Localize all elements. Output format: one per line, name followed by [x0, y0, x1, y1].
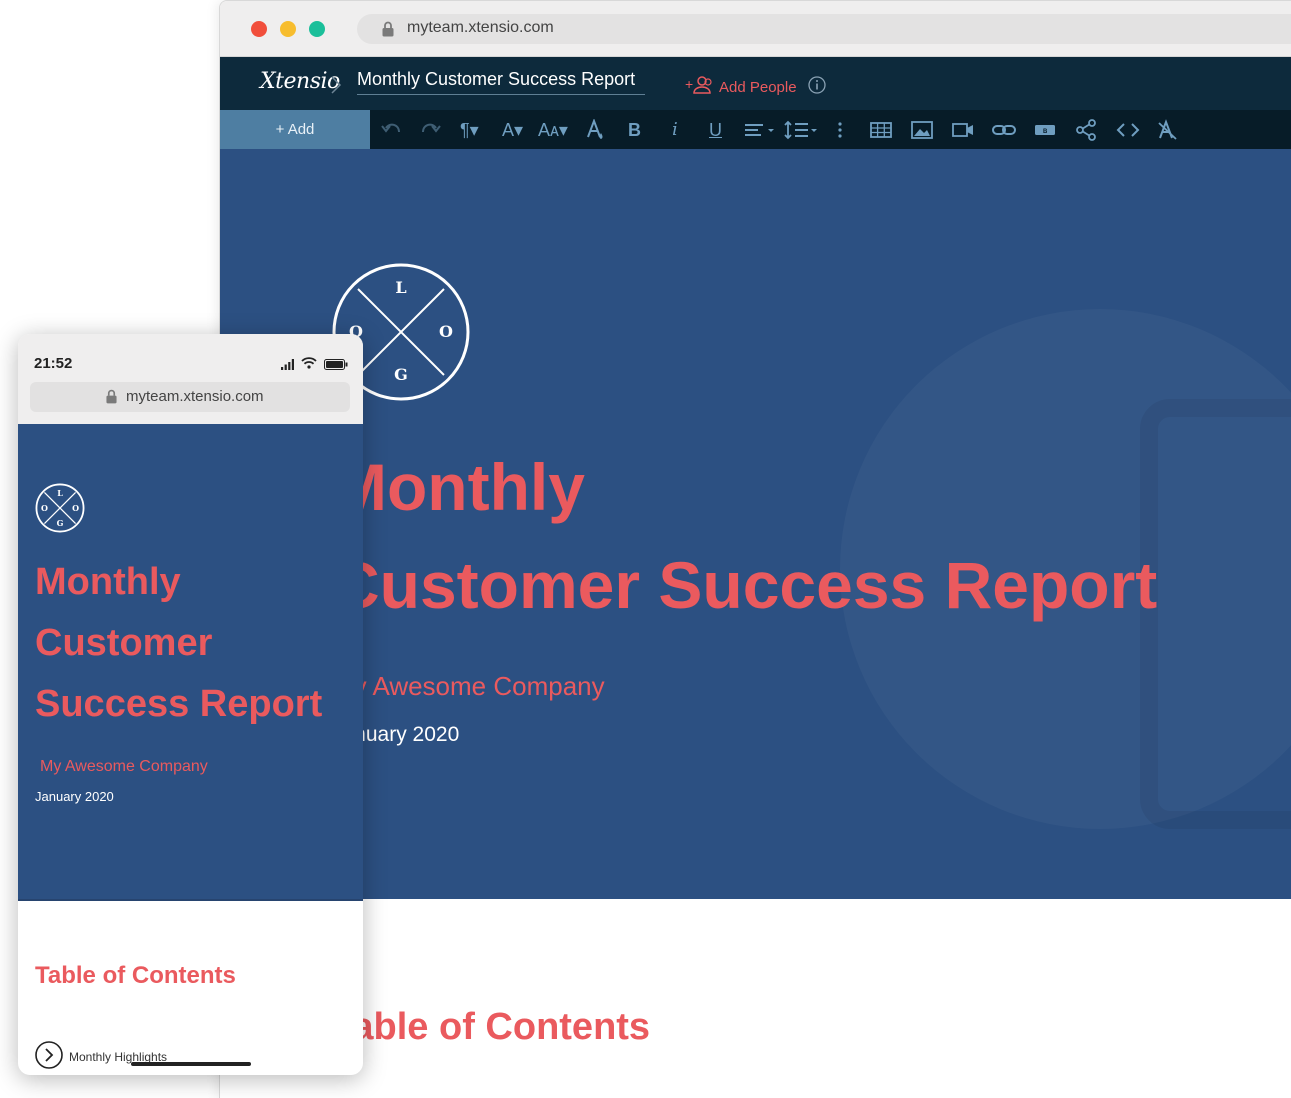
editor-toolbar: + Add ¶▾ A▾ Aᴀ▾ B i U B: [220, 110, 1291, 149]
mobile-report-title-line1[interactable]: Monthly: [35, 561, 181, 604]
mobile-table-of-contents-heading[interactable]: Table of Contents: [35, 962, 236, 990]
link-icon[interactable]: [992, 119, 1016, 141]
mobile-logo-letter-left: O: [41, 504, 48, 513]
mobile-logo-letter-top: L: [57, 489, 63, 498]
app-header: Xtensio Monthly Customer Success Report …: [220, 57, 1291, 110]
underline-icon[interactable]: U: [709, 119, 722, 141]
lock-icon: [382, 21, 394, 42]
logo-letter-top: L: [395, 278, 406, 297]
svg-text:+: +: [685, 76, 693, 92]
line-spacing-icon[interactable]: [784, 119, 820, 141]
image-icon[interactable]: [911, 119, 933, 141]
breadcrumb-chevron-icon: [330, 75, 342, 100]
xtensio-logo[interactable]: Xtensio: [260, 69, 340, 94]
video-icon[interactable]: [952, 119, 974, 141]
address-url: myteam.xtensio.com: [407, 19, 554, 36]
logo-letter-right: O: [439, 322, 453, 341]
share-icon[interactable]: [1075, 119, 1097, 141]
mobile-logo-letter-right: O: [72, 504, 79, 513]
svg-text:B: B: [1043, 129, 1048, 135]
mobile-report-title-line2[interactable]: Customer: [35, 622, 212, 665]
info-icon[interactable]: [808, 76, 826, 99]
chevron-right-circle-icon: [35, 1041, 63, 1072]
background-tablet-shape: [1140, 399, 1291, 829]
mobile-company-name[interactable]: My Awesome Company: [40, 758, 208, 776]
wifi-icon: [301, 356, 317, 374]
toc-list-item[interactable]: Monthly Highlights: [35, 1041, 167, 1072]
code-icon[interactable]: [1116, 119, 1140, 141]
lock-icon: [106, 389, 117, 408]
company-name[interactable]: My Awesome Company: [332, 671, 605, 702]
report-cover-section: L O O G Monthly Customer Success Report …: [220, 149, 1291, 899]
browser-chrome: myteam.xtensio.com: [220, 1, 1291, 57]
undo-icon[interactable]: [380, 119, 402, 141]
mobile-address-bar[interactable]: myteam.xtensio.com: [30, 382, 350, 412]
mobile-address-url: myteam.xtensio.com: [126, 388, 264, 405]
font-size-icon[interactable]: Aᴀ▾: [538, 119, 568, 141]
mobile-logo-letter-bottom: G: [57, 519, 64, 528]
signal-icon: [281, 357, 295, 375]
align-icon[interactable]: [744, 119, 778, 141]
maximize-window-button[interactable]: [309, 21, 325, 37]
mobile-status-bar: 21:52 myteam.xtensio.com: [18, 334, 363, 424]
font-icon[interactable]: A▾: [502, 119, 523, 141]
home-indicator[interactable]: [131, 1062, 251, 1066]
status-time: 21:52: [34, 355, 73, 372]
mobile-report-cover: L O O G Monthly Customer Success Report …: [18, 424, 363, 901]
mobile-phone-preview: 21:52 myteam.xtensio.com L O O G Monthly…: [18, 334, 363, 1075]
bold-icon[interactable]: B: [628, 119, 641, 141]
text-color-icon[interactable]: [586, 119, 606, 141]
report-title-line2[interactable]: Customer Success Report: [332, 547, 1157, 623]
add-people-label: Add People: [719, 78, 797, 96]
mobile-report-date[interactable]: January 2020: [35, 789, 114, 804]
add-people-icon: +: [685, 75, 715, 99]
logo-letter-bottom: G: [394, 365, 408, 384]
paragraph-icon[interactable]: ¶▾: [460, 119, 479, 141]
minimize-window-button[interactable]: [280, 21, 296, 37]
report-title-line1[interactable]: Monthly: [332, 449, 585, 525]
stage: myteam.xtensio.com Xtensio Monthly Custo…: [0, 0, 1291, 1098]
mobile-company-logo[interactable]: L O O G: [35, 483, 85, 538]
redo-icon[interactable]: [420, 119, 442, 141]
more-vertical-icon[interactable]: [837, 119, 843, 141]
mobile-report-title-line3[interactable]: Success Report: [35, 683, 322, 726]
table-of-contents-heading[interactable]: Table of Contents: [332, 1006, 650, 1049]
close-window-button[interactable]: [251, 21, 267, 37]
table-icon[interactable]: [870, 119, 892, 141]
add-block-button[interactable]: + Add: [220, 110, 370, 149]
clear-format-icon[interactable]: [1157, 119, 1179, 141]
document-title-input[interactable]: Monthly Customer Success Report: [357, 69, 645, 95]
battery-icon: [324, 357, 348, 375]
add-people-button[interactable]: + Add People: [685, 75, 797, 99]
address-bar[interactable]: myteam.xtensio.com: [357, 14, 1291, 44]
button-icon[interactable]: B: [1034, 119, 1056, 141]
desktop-browser-window: myteam.xtensio.com Xtensio Monthly Custo…: [219, 0, 1291, 1098]
italic-icon[interactable]: i: [672, 119, 678, 141]
